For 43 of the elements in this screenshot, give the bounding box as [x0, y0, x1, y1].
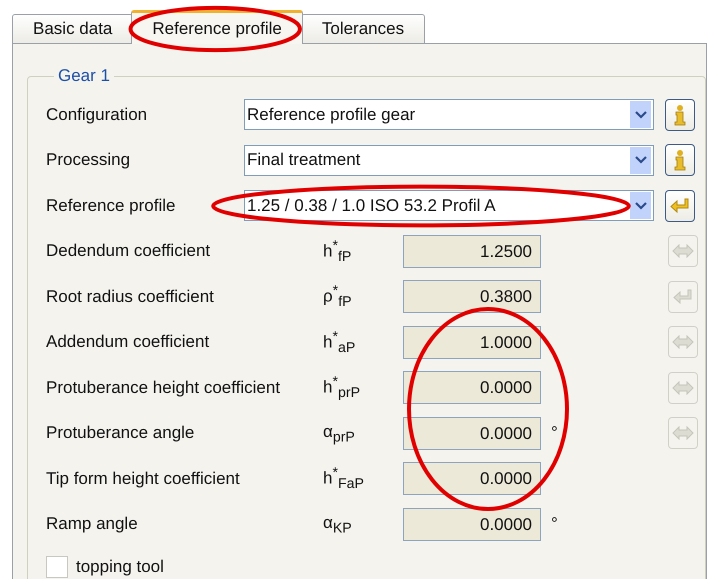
field-label: Dedendum coefficient [46, 241, 212, 262]
field-label: Configuration [46, 104, 148, 125]
field-label: Ramp angle [46, 514, 139, 534]
return-arrow-icon [670, 198, 690, 214]
return-arrow-icon [673, 288, 693, 305]
chevron-down-icon [634, 156, 646, 164]
double-arrow-icon [672, 380, 694, 395]
field-label: Tip form height coefficient [46, 468, 241, 489]
tab[interactable]: Basic data [12, 14, 134, 43]
double-arrow-icon [672, 244, 694, 258]
info-icon [673, 104, 687, 126]
value-field: 1.0000 [403, 326, 541, 359]
dropdown[interactable]: Final treatment [244, 144, 654, 176]
field-label: Reference profile [46, 196, 176, 216]
value-field: 1.2500 [403, 234, 541, 268]
symbol-label: α$_{KP}$ [323, 512, 353, 536]
icon-button[interactable] [665, 144, 695, 176]
field-label: Protuberance angle [46, 423, 196, 444]
chevron-down-icon [634, 202, 646, 210]
value-field: 0.3800 [403, 280, 541, 314]
unit-label: ° [551, 423, 558, 442]
value-field: 0.0000 [403, 508, 541, 541]
unit-label: ° [551, 514, 558, 534]
info-icon [673, 149, 687, 172]
chevron-down-icon [634, 110, 646, 119]
field-label: Processing [46, 150, 132, 170]
value-field: 0.0000 [403, 462, 541, 496]
field-label: Protuberance height coefficient [46, 378, 282, 398]
dropdown[interactable]: Reference profile gear [244, 99, 654, 130]
symbol-label: α$_{prP}$ [323, 422, 356, 445]
double-arrow-icon [672, 426, 694, 440]
checkbox-label: topping tool [76, 557, 164, 577]
value-field: 0.0000 [403, 371, 541, 404]
checkbox[interactable] [46, 556, 68, 578]
icon-button[interactable] [665, 98, 695, 131]
field-label: Root radius coefficient [46, 286, 215, 307]
value-field: 0.0000 [403, 416, 541, 450]
tab[interactable]: Tolerances [300, 14, 426, 43]
icon-button[interactable] [665, 190, 695, 222]
group-title: Gear 1 [57, 66, 111, 86]
double-arrow-icon [672, 335, 694, 350]
dropdown[interactable]: 1.25 / 0.38 / 1.0 ISO 53.2 Profil A [244, 190, 654, 222]
field-label: Addendum coefficient [46, 332, 210, 352]
